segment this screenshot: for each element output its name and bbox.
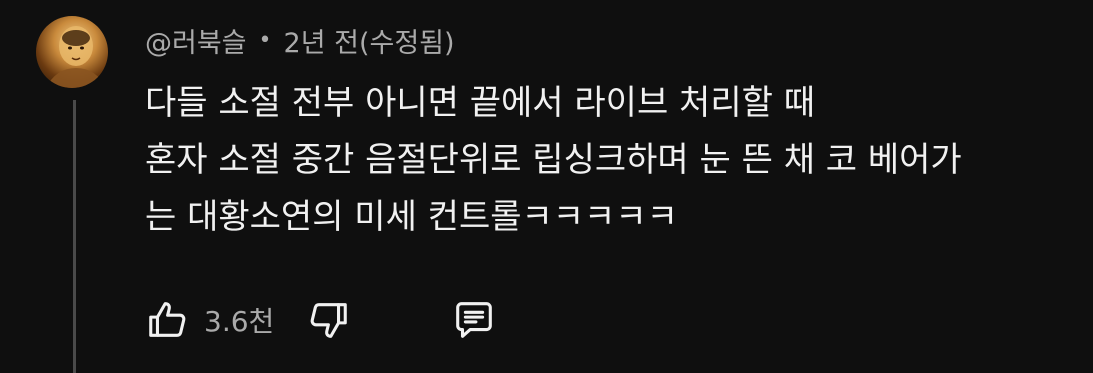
avatar-image	[46, 26, 106, 88]
comment-icon	[456, 302, 493, 338]
avatar[interactable]	[36, 16, 108, 88]
comment-text: 다들 소절 전부 아니면 끝에서 라이브 처리할 때 혼자 소절 중간 음절단위…	[145, 75, 1090, 246]
like-count: 3.6천	[204, 305, 275, 338]
thread-line	[73, 100, 76, 373]
thumbs-down-icon	[310, 303, 348, 338]
reply-button[interactable]	[450, 296, 498, 344]
thumbs-up-icon	[149, 302, 186, 337]
comment-actions: 3.6천	[144, 296, 498, 344]
comment-line: 혼자 소절 중간 음절단위로 립싱크하며 눈 뜬 채 코 베어가	[145, 140, 962, 180]
like-button[interactable]	[144, 296, 192, 344]
comment-line: 다들 소절 전부 아니면 끝에서 라이브 처리할 때	[145, 83, 815, 123]
comment-header: @러북슬 • 2년 전(수정됨)	[145, 18, 455, 62]
author-name[interactable]: @러북슬	[145, 21, 247, 60]
dislike-button[interactable]	[304, 296, 352, 344]
comment-line: 는 대황소연의 미세 컨트롤ㅋㅋㅋㅋㅋ	[145, 197, 678, 237]
separator-dot: •	[258, 27, 272, 53]
timestamp[interactable]: 2년 전(수정됨)	[284, 21, 455, 60]
